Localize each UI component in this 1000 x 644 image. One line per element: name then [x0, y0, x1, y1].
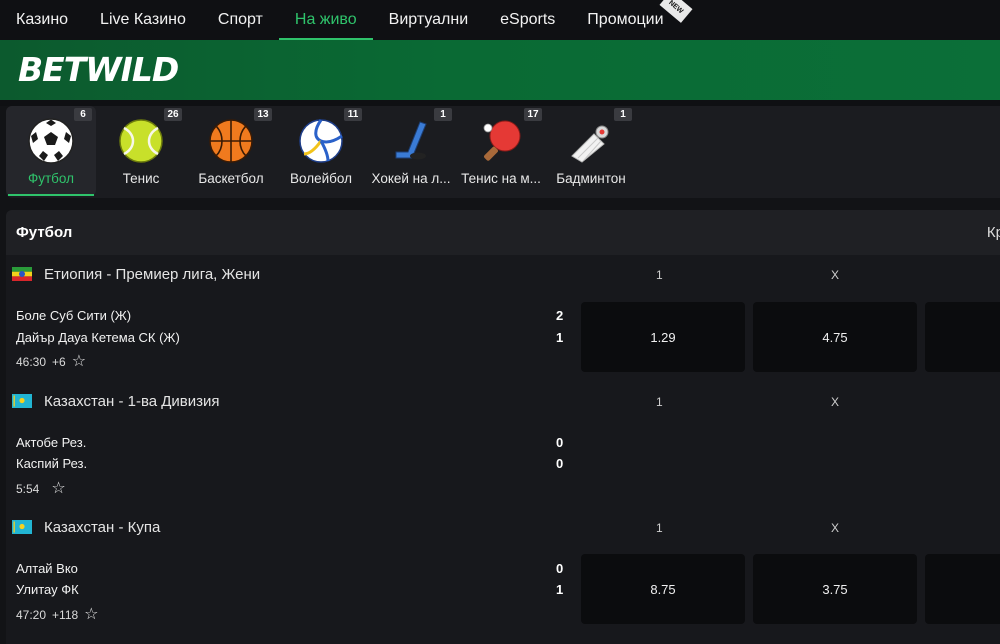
odds-button-1[interactable]: 1.29: [581, 302, 745, 372]
panel-title: Футбол: [16, 224, 73, 241]
panel-header-right-label[interactable]: Кр: [987, 224, 1000, 241]
tennis-ball-icon: [116, 116, 166, 166]
event-count-badge: 26: [164, 108, 182, 121]
odds-button-x[interactable]: 3.75: [753, 554, 917, 624]
new-badge: NEW: [659, 0, 693, 23]
sport-tab-label: Бадминтон: [556, 171, 626, 186]
home-team: Алтай Вко: [16, 561, 78, 576]
odds-column-header: X: [831, 395, 840, 409]
odds-button-1[interactable]: 8.75: [581, 554, 745, 624]
match-row[interactable]: Актобе Рез. Каспий Рез. 0 0 5:54 ☆: [6, 430, 1000, 516]
match-meta: 5:54 ☆: [16, 481, 66, 497]
league-header[interactable]: Етиопия - Премиер лига, Жени 1 X: [6, 255, 1000, 295]
basketball-icon: [206, 116, 256, 166]
sport-tab-table-tennis[interactable]: 17 Тенис на м...: [456, 106, 546, 196]
table-tennis-icon: [476, 116, 526, 166]
sport-tab-label: Футбол: [27, 171, 75, 186]
odds-column-header: 1: [656, 521, 663, 535]
top-navigation: Казино Live Казино Спорт На живо Виртуал…: [0, 0, 1000, 40]
nav-virtual[interactable]: Виртуални: [373, 0, 485, 40]
nav-promotions-label: Промоции: [587, 11, 664, 28]
ethiopia-flag-icon: [12, 267, 32, 281]
event-count-badge: 17: [524, 108, 542, 121]
odds-column-header: X: [831, 268, 840, 282]
odds-button-2[interactable]: 8: [925, 302, 1000, 372]
league-name: Етиопия - Премиер лига, Жени: [44, 266, 261, 283]
sport-tab-label: Хокей на л...: [371, 171, 451, 186]
odds-button-2[interactable]: [925, 554, 1000, 624]
match-time: 47:20: [16, 608, 47, 622]
more-markets-link[interactable]: +6: [52, 355, 66, 369]
sport-tab-tennis[interactable]: 26 Тенис: [96, 106, 186, 196]
away-score: 1: [556, 582, 564, 597]
nav-casino[interactable]: Казино: [0, 0, 84, 40]
away-team: Каспий Рез.: [16, 456, 88, 471]
nav-esports[interactable]: eSports: [484, 0, 571, 40]
favorite-star-icon[interactable]: ☆: [51, 481, 65, 497]
nav-sport[interactable]: Спорт: [202, 0, 279, 40]
kazakhstan-flag-icon: [12, 520, 32, 534]
home-team: Боле Суб Сити (Ж): [16, 308, 132, 323]
match-row[interactable]: Боле Суб Сити (Ж) Дайър Дауа Кетема СК (…: [6, 302, 1000, 388]
match-time: 46:30: [16, 355, 47, 369]
league-header[interactable]: Казахстан - 1-ва Дивизия 1 X: [6, 382, 1000, 422]
home-score: 0: [556, 435, 564, 450]
sports-carousel: 6 Футбол 26 Тенис 13 Баскетбол 11 Волейб…: [6, 106, 1000, 198]
nav-live[interactable]: На живо: [278, 0, 373, 40]
match-meta: 47:20 +118 ☆: [16, 607, 99, 623]
ice-hockey-icon: [386, 116, 436, 166]
sport-tab-basketball[interactable]: 13 Баскетбол: [186, 106, 276, 196]
sport-tab-badminton[interactable]: 1 Бадминтон: [546, 106, 636, 196]
match-time: 5:54: [16, 482, 40, 496]
odds-button-x[interactable]: 4.75: [753, 302, 917, 372]
match-meta: 46:30 +6 ☆: [16, 354, 86, 370]
kazakhstan-flag-icon: [12, 394, 32, 408]
event-count-badge: 13: [254, 108, 272, 121]
sport-tab-label: Тенис на м...: [461, 171, 541, 186]
betwild-logo[interactable]: BETWILD: [18, 50, 179, 89]
more-markets-link[interactable]: +118: [52, 608, 78, 622]
nav-promotions[interactable]: Промоции NEW: [571, 0, 693, 40]
match-row[interactable]: Алтай Вко Улитау ФК 0 1 47:20 +118 ☆ 8.7…: [6, 554, 1000, 640]
live-events-panel: Футбол Кр Етиопия - Премиер лига, Жени 1…: [6, 210, 1000, 644]
away-score: 0: [556, 456, 564, 471]
league-header[interactable]: Казахстан - Купа 1 X: [6, 508, 1000, 548]
odds-column-header: 1: [656, 395, 663, 409]
panel-header: Футбол Кр: [6, 210, 1000, 255]
home-score: 0: [556, 561, 564, 576]
nav-live-casino[interactable]: Live Казино: [84, 0, 202, 40]
sport-tab-label: Волейбол: [290, 171, 352, 186]
event-count-badge: 1: [434, 108, 452, 121]
league-name: Казахстан - 1-ва Дивизия: [44, 393, 220, 410]
favorite-star-icon[interactable]: ☆: [84, 607, 98, 623]
home-score: 2: [556, 308, 564, 323]
soccer-ball-icon: [26, 116, 76, 166]
away-score: 1: [556, 330, 564, 345]
event-count-badge: 6: [74, 108, 92, 121]
favorite-star-icon[interactable]: ☆: [72, 354, 86, 370]
event-count-badge: 11: [344, 108, 362, 121]
home-team: Актобе Рез.: [16, 435, 87, 450]
odds-column-header: X: [831, 521, 840, 535]
league-name: Казахстан - Купа: [44, 519, 161, 536]
sport-tab-label: Баскетбол: [198, 171, 264, 186]
sport-tab-football[interactable]: 6 Футбол: [6, 106, 96, 196]
odds-column-header: 1: [656, 268, 663, 282]
event-count-badge: 1: [614, 108, 632, 121]
brand-banner: BETWILD: [0, 40, 1000, 100]
sport-tab-volleyball[interactable]: 11 Волейбол: [276, 106, 366, 196]
badminton-icon: [566, 116, 616, 166]
volleyball-icon: [296, 116, 346, 166]
away-team: Дайър Дауа Кетема СК (Ж): [16, 330, 180, 345]
sport-tab-label: Тенис: [122, 171, 160, 186]
sport-tab-ice-hockey[interactable]: 1 Хокей на л...: [366, 106, 456, 196]
away-team: Улитау ФК: [16, 582, 79, 597]
